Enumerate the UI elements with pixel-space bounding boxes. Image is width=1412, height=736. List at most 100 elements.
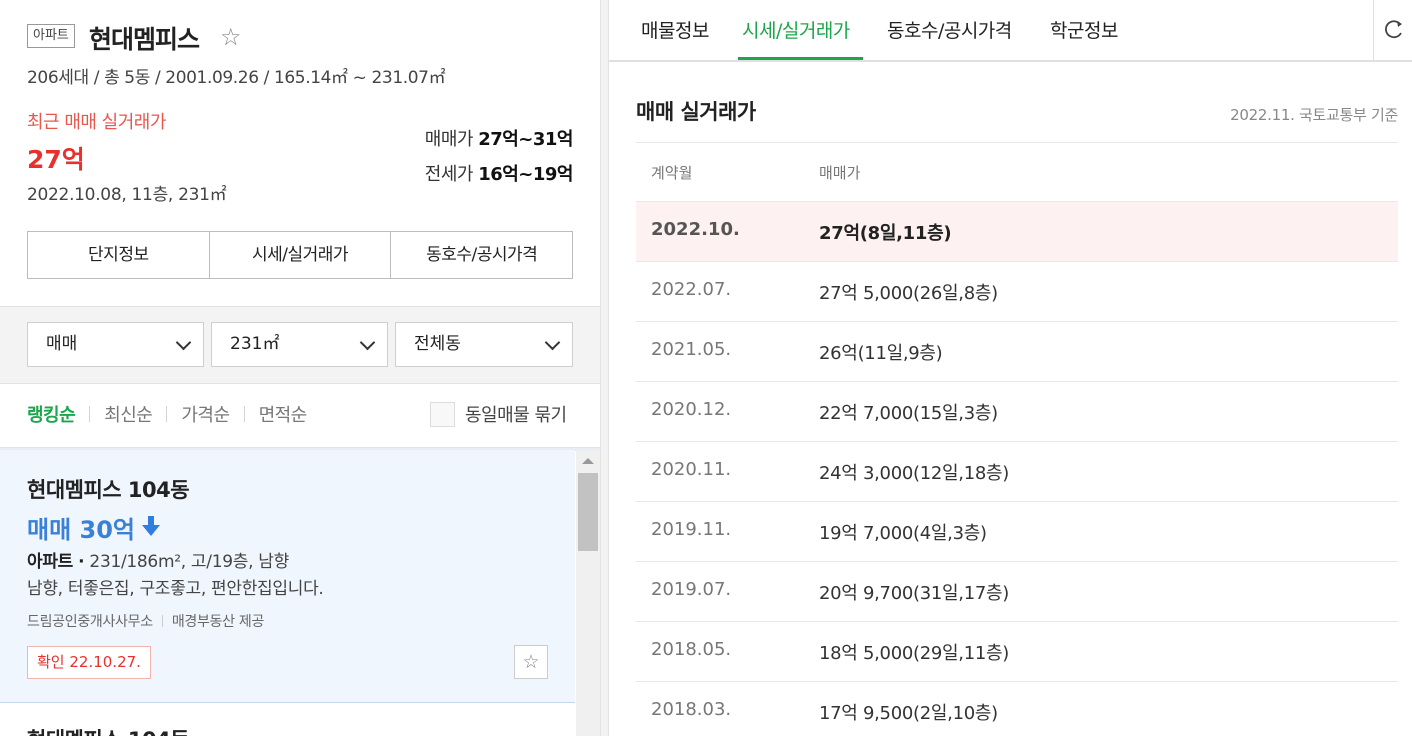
row-month: 2021.05. <box>651 339 732 360</box>
table-row: 2020.12. 22억 7,000(15일,3층) <box>636 381 1398 441</box>
row-month: 2020.12. <box>651 399 732 420</box>
scroll-up-icon[interactable] <box>582 458 594 464</box>
detail-panel: 매물정보 시세/실거래가 동호수/공시가격 학군정보 매매 실거래가 2022.… <box>609 0 1412 736</box>
listing-price: 매매 30억 <box>27 516 135 544</box>
row-price: 18억 5,000(29일,11층) <box>819 643 1010 664</box>
favorite-star-icon[interactable]: ☆ <box>514 645 548 679</box>
tab-market-price[interactable]: 시세/실거래가 <box>210 232 392 278</box>
agent-divider <box>161 615 163 627</box>
row-price: 24억 3,000(12일,18층) <box>819 463 1010 484</box>
listing-list: 현대멤피스 104동 매매 30억 아파트 · 231/186m², 고/19층… <box>0 450 600 736</box>
table-row: 2021.05. 26억(11일,9층) <box>636 321 1398 381</box>
row-price: 19억 7,000(4일,3층) <box>819 523 987 544</box>
row-price: 17억 9,500(2일,10층) <box>819 703 998 724</box>
detail-tabs: 매물정보 시세/실거래가 동호수/공시가격 학군정보 <box>609 0 1412 62</box>
filter-bar: 매매 231㎡ 전체동 <box>27 322 573 367</box>
jeonse-range-label: 전세가 <box>424 164 474 185</box>
recent-price-value: 27억 <box>27 145 85 174</box>
favorite-star-icon[interactable]: ☆ <box>220 24 242 50</box>
complex-tabs: 단지정보 시세/실거래가 동호수/공시가격 <box>27 231 573 279</box>
sort-ranking[interactable]: 랭킹순 <box>27 401 76 427</box>
area-select[interactable]: 231㎡ <box>211 322 388 367</box>
section-source: 2022.11. 국토교통부 기준 <box>1230 106 1398 124</box>
tab-unit-official-price[interactable]: 동호수/공시가격 <box>887 16 1012 43</box>
header-sale-price: 매매가 <box>819 164 861 182</box>
sort-area[interactable]: 면적순 <box>259 401 308 427</box>
row-month: 2018.03. <box>651 699 732 720</box>
dong-value: 전체동 <box>414 334 461 354</box>
group-checkbox-label: 동일매물 묶기 <box>465 405 567 426</box>
complex-panel: 아파트 현대멤피스 ☆ 206세대 / 총 5동 / 2001.09.26 / … <box>0 0 600 736</box>
refresh-button[interactable] <box>1373 0 1412 60</box>
price-down-arrow-icon <box>142 516 160 536</box>
active-tab-indicator <box>738 57 863 60</box>
agent-name: 드림공인중개사사무소 <box>27 614 153 630</box>
table-row: 2020.11. 24억 3,000(12일,18층) <box>636 441 1398 501</box>
trade-type-select[interactable]: 매매 <box>27 322 204 367</box>
dong-select[interactable]: 전체동 <box>395 322 573 367</box>
sort-divider <box>243 406 245 422</box>
tab-unit-official-price[interactable]: 동호수/공시가격 <box>391 232 572 278</box>
section-title: 매매 실거래가 <box>636 100 756 124</box>
sort-latest[interactable]: 최신순 <box>104 401 153 427</box>
tab-market-price-active[interactable]: 시세/실거래가 <box>742 16 850 43</box>
listing-spec-detail: 231/186m², 고/19층, 남향 <box>89 552 289 572</box>
row-month: 2018.05. <box>651 639 732 660</box>
row-price: 20억 9,700(31일,17층) <box>819 583 1010 604</box>
tab-listing-info[interactable]: 매물정보 <box>641 16 709 43</box>
complex-name: 현대멤피스 <box>89 25 200 54</box>
list-scrollbar[interactable] <box>576 450 600 736</box>
chevron-down-icon <box>544 334 561 351</box>
row-month: 2022.07. <box>651 279 732 300</box>
sale-range-value: 27억~31억 <box>478 129 573 150</box>
listing-spec-type: 아파트 <box>27 552 74 572</box>
jeonse-range-value: 16억~19억 <box>478 164 573 185</box>
listing-spec-dot: · <box>78 552 85 572</box>
row-price: 22억 7,000(15일,3층) <box>819 403 998 424</box>
sort-divider <box>89 406 91 422</box>
property-type-badge: 아파트 <box>27 24 75 48</box>
header-contract-month: 계약월 <box>651 164 693 182</box>
trade-type-value: 매매 <box>46 334 78 354</box>
sort-price[interactable]: 가격순 <box>181 401 230 427</box>
app-root: 아파트 현대멤피스 ☆ 206세대 / 총 5동 / 2001.09.26 / … <box>0 0 1412 736</box>
area-value: 231㎡ <box>230 334 280 354</box>
row-price: 27억 5,000(26일,8층) <box>819 283 998 304</box>
listing-agent-info: 드림공인중개사사무소 매경부동산 제공 <box>27 611 264 631</box>
table-row: 2018.03. 17억 9,500(2일,10층) <box>636 681 1398 736</box>
group-checkbox[interactable] <box>430 401 455 427</box>
chevron-down-icon <box>175 334 192 351</box>
provider-name: 매경부동산 제공 <box>171 614 265 630</box>
table-row: 2019.11. 19억 7,000(4일,3층) <box>636 501 1398 561</box>
listing-card[interactable]: 현대멤피스 104동 매매 30억 아파트 · 231/186m², 고/19층… <box>0 450 575 703</box>
table-row: 2018.05. 18억 5,000(29일,11층) <box>636 621 1398 681</box>
row-month: 2022.10. <box>651 219 740 240</box>
listing-spec: 아파트 · 231/186m², 고/19층, 남향 <box>27 547 289 572</box>
tab-school-info[interactable]: 학군정보 <box>1050 16 1118 43</box>
scrollbar-thumb[interactable] <box>578 473 598 551</box>
row-month: 2019.11. <box>651 519 732 540</box>
row-month: 2020.11. <box>651 459 732 480</box>
complex-summary: 206세대 / 총 5동 / 2001.09.26 / 165.14㎡ ~ 23… <box>27 68 446 88</box>
row-price: 26억(11일,9층) <box>819 343 943 364</box>
sale-range-label: 매매가 <box>424 129 474 150</box>
listing-title: 현대멤피스 104동 <box>27 478 190 502</box>
table-row: 2019.07. 20억 9,700(31일,17층) <box>636 561 1398 621</box>
table-row: 2022.10. 27억(8일,11층) <box>636 201 1398 261</box>
table-row: 2022.07. 27억 5,000(26일,8층) <box>636 261 1398 321</box>
tab-complex-info[interactable]: 단지정보 <box>28 232 210 278</box>
refresh-icon <box>1385 20 1402 39</box>
sale-price-range: 매매가 27억~31억 <box>424 125 574 151</box>
table-header: 계약월 매매가 <box>636 142 1398 201</box>
transaction-table: 계약월 매매가 2022.10. 27억(8일,11층) 2022.07. 27… <box>636 142 1398 736</box>
listing-description: 남향, 터좋은집, 구조좋고, 편안한집입니다. <box>27 579 324 599</box>
sort-options: 랭킹순 최신순 가격순 면적순 <box>27 401 307 427</box>
panel-divider[interactable] <box>600 0 609 736</box>
jeonse-price-range: 전세가 16억~19억 <box>424 160 574 186</box>
group-same-listings[interactable]: 동일매물 묶기 <box>430 401 567 427</box>
row-price: 27억(8일,11층) <box>819 223 952 244</box>
chevron-down-icon <box>359 334 376 351</box>
row-month: 2019.07. <box>651 579 732 600</box>
sort-divider <box>166 406 168 422</box>
listing-title[interactable]: 현대멤피스 104동 <box>27 724 190 736</box>
